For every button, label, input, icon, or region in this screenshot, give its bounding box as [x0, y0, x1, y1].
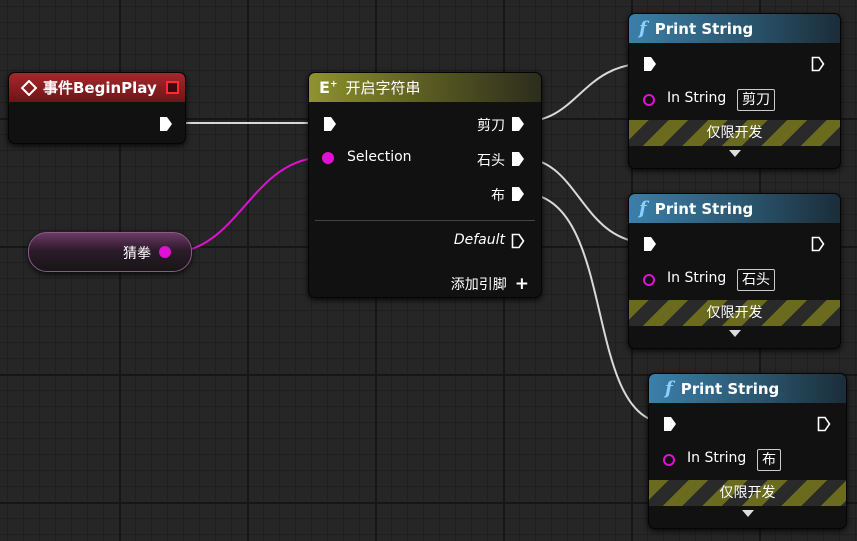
in-string-label: In String — [667, 90, 727, 106]
default-output-pin[interactable] — [511, 233, 525, 249]
print-node-title: Print String — [654, 199, 754, 218]
in-string-value-field[interactable]: 剪刀 — [737, 89, 775, 111]
expand-chevron-icon[interactable] — [741, 510, 754, 517]
switch-node-title: 开启字符串 — [345, 79, 421, 97]
exec-output-pin[interactable] — [159, 116, 173, 132]
function-icon: f — [639, 18, 647, 39]
print-exec-input-pin[interactable] — [643, 236, 657, 252]
variable-node-guess[interactable]: 猜拳 — [28, 232, 192, 272]
default-label: Default — [453, 232, 505, 248]
print-node-header: f Print String — [649, 374, 846, 403]
expand-chevron-icon[interactable] — [728, 330, 741, 337]
output-label-rock: 石头 — [477, 153, 505, 169]
development-only-bar: 仅限开发 — [649, 480, 846, 506]
function-icon: f — [665, 378, 673, 399]
development-only-bar: 仅限开发 — [629, 300, 840, 326]
switch-node-icon: E+ — [319, 78, 338, 97]
in-string-pin[interactable] — [663, 454, 675, 466]
print-node-header: f Print String — [629, 14, 840, 43]
print-exec-input-pin[interactable] — [643, 56, 657, 72]
in-string-value-field[interactable]: 石头 — [737, 269, 775, 291]
print-node-title: Print String — [680, 379, 780, 398]
switch-node-header: E+ 开启字符串 — [309, 73, 541, 102]
print-string-node-3[interactable]: f Print String In String 布 仅限开发 — [648, 373, 847, 529]
add-pin-label: 添加引脚 — [450, 277, 507, 293]
output-label-scissors: 剪刀 — [477, 118, 505, 134]
in-string-pin[interactable] — [643, 94, 655, 106]
print-exec-output-pin[interactable] — [811, 56, 825, 72]
in-string-label: In String — [667, 270, 727, 286]
development-only-bar: 仅限开发 — [629, 120, 840, 146]
selection-input-pin[interactable] — [322, 152, 334, 164]
function-icon: f — [639, 198, 647, 219]
selection-label: Selection — [347, 149, 412, 165]
output-label-paper: 布 — [491, 188, 505, 204]
print-exec-output-pin[interactable] — [817, 416, 831, 432]
switch-divider — [315, 220, 535, 221]
in-string-value-field[interactable]: 布 — [757, 449, 781, 471]
dev-only-label: 仅限开发 — [719, 485, 776, 501]
output-pin-paper[interactable] — [511, 186, 525, 202]
event-node-header: 事件BeginPlay — [9, 73, 185, 102]
print-exec-output-pin[interactable] — [811, 236, 825, 252]
string-wire-selection — [167, 156, 327, 254]
in-string-pin[interactable] — [643, 274, 655, 286]
switch-exec-input-pin[interactable] — [323, 116, 337, 132]
switch-on-string-node[interactable]: E+ 开启字符串 Selection 剪刀 石头 布 Default 添加引脚 … — [308, 72, 542, 298]
in-string-label: In String — [687, 450, 747, 466]
dev-only-label: 仅限开发 — [706, 305, 763, 321]
dev-only-label: 仅限开发 — [706, 125, 763, 141]
output-pin-scissors[interactable] — [511, 116, 525, 132]
print-node-title: Print String — [654, 19, 754, 38]
event-delegate-icon[interactable] — [166, 81, 179, 94]
variable-output-pin[interactable] — [159, 246, 171, 258]
add-pin-button[interactable]: 添加引脚 + — [451, 274, 529, 294]
event-diamond-icon — [21, 79, 37, 96]
output-pin-rock[interactable] — [511, 151, 525, 167]
expand-chevron-icon[interactable] — [728, 150, 741, 157]
print-node-header: f Print String — [629, 194, 840, 223]
print-exec-input-pin[interactable] — [663, 416, 677, 432]
event-node-title: 事件BeginPlay — [43, 79, 157, 97]
variable-label: 猜拳 — [123, 246, 151, 262]
print-string-node-2[interactable]: f Print String In String 石头 仅限开发 — [628, 193, 841, 349]
plus-icon: + — [514, 274, 529, 294]
print-string-node-1[interactable]: f Print String In String 剪刀 仅限开发 — [628, 13, 841, 169]
event-beginplay-node[interactable]: 事件BeginPlay — [8, 72, 186, 144]
